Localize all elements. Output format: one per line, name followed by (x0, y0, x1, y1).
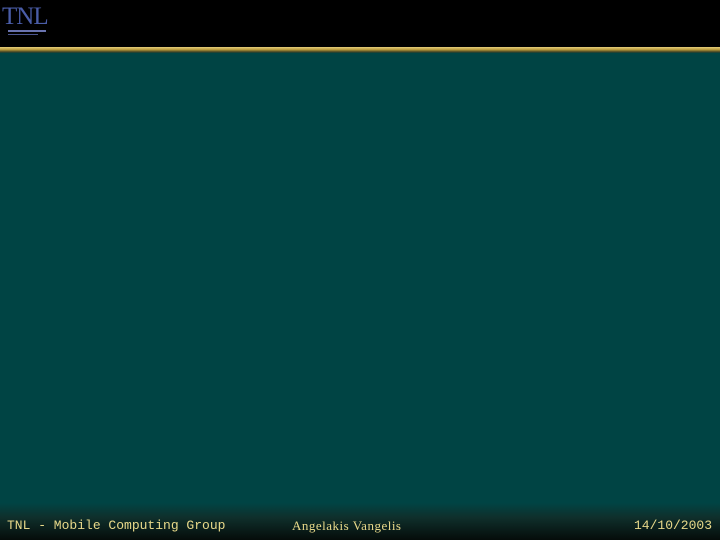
slide-header: TNL (0, 0, 720, 47)
slide-content-area (0, 53, 720, 503)
footer-author: Angelakis Vangelis (292, 518, 402, 533)
footer-group-name: TNL - Mobile Computing Group (7, 518, 226, 533)
footer-date: 14/10/2003 (633, 518, 712, 533)
logo-subline (8, 34, 38, 35)
logo-text: TNL (2, 3, 49, 30)
logo-underline (8, 30, 46, 32)
tnl-logo-icon: TNL (2, 3, 49, 40)
slide: TNL TNL - Mobile Computing Group Angelak… (0, 0, 720, 540)
